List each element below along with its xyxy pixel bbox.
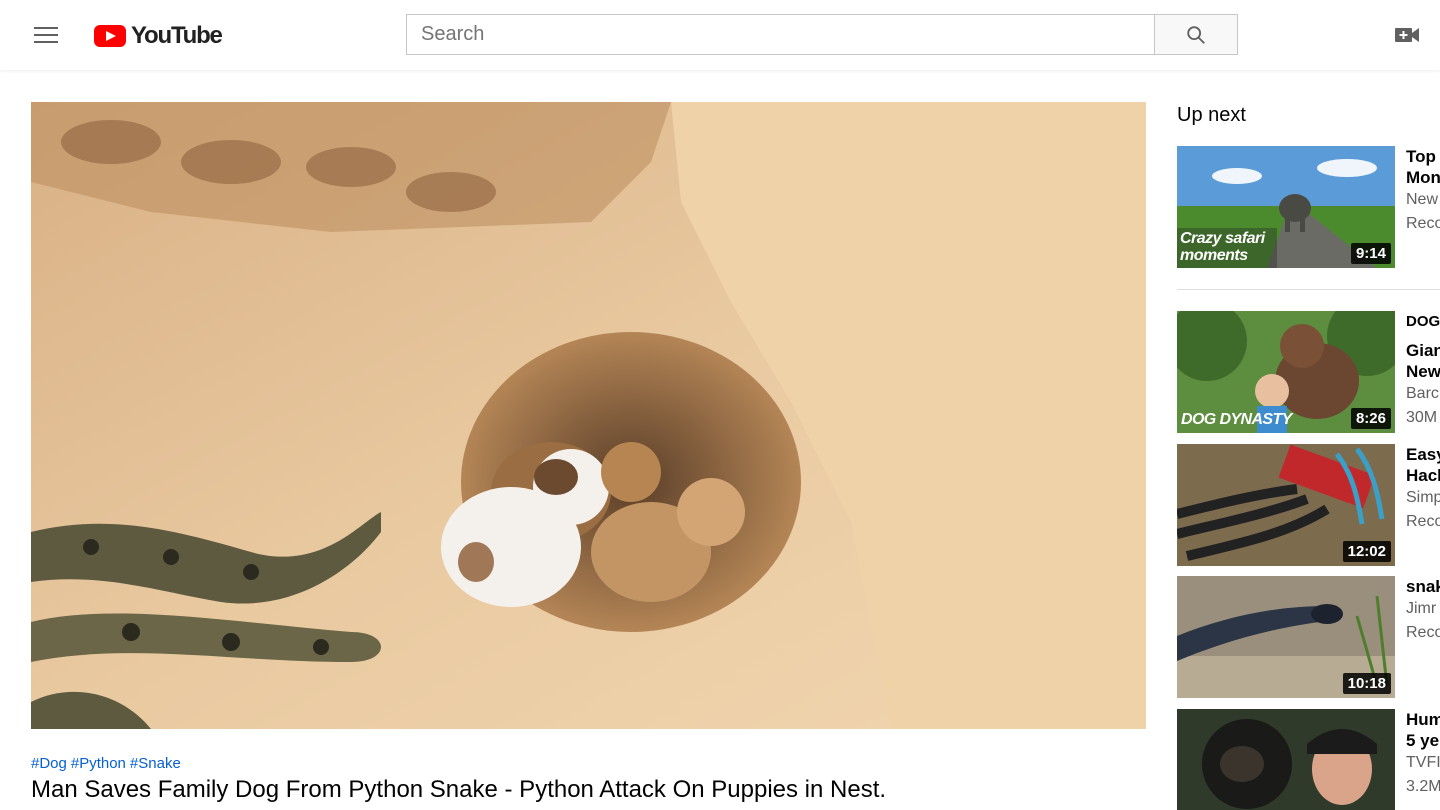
channel-name: Barc (1406, 385, 1439, 402)
video-meta: 3.2M (1406, 778, 1440, 795)
video-info: Top Mon New Reco (1406, 146, 1440, 236)
video-title-line: snak (1406, 577, 1440, 596)
video-info: snak Jimr Reco (1406, 576, 1440, 645)
video-title-line: Hacl (1406, 466, 1440, 485)
thumbnail-text: DOG DYNASTY (1181, 411, 1292, 428)
video-title-line: Hum (1406, 710, 1440, 729)
recommended-video[interactable]: DOG DYNASTY 8:26 DOG Gian New Barc 30M (1177, 311, 1440, 433)
youtube-logo[interactable]: YouTube (94, 22, 223, 50)
thumbnail-text: Crazy safari moments (1180, 230, 1265, 264)
video-title-line: Gian (1406, 341, 1440, 360)
video-thumbnail[interactable]: DOG DYNASTY 8:26 (1177, 311, 1395, 433)
menu-icon[interactable] (26, 19, 66, 51)
channel-name: New (1406, 191, 1439, 208)
video-title-line: Easy (1406, 445, 1440, 464)
video-meta: Reco (1406, 513, 1440, 530)
video-title-line: Top (1406, 147, 1436, 166)
video-thumbnail[interactable] (1177, 709, 1395, 810)
recommended-video[interactable]: Crazy safari moments 9:14 Top Mon New Re… (1177, 146, 1440, 268)
video-title-line: 5 ye (1406, 731, 1440, 750)
video-title: Man Saves Family Dog From Python Snake -… (31, 776, 887, 803)
hashtag-link[interactable]: #Dog (31, 755, 67, 772)
video-info: DOG Gian New Barc 30M (1406, 311, 1440, 430)
video-duration: 9:14 (1350, 243, 1391, 264)
channel-name: TVFI (1406, 754, 1440, 771)
recommended-video[interactable]: 12:02 Easy Hacl Simp Reco (1177, 444, 1440, 566)
top-bar: YouTube (0, 0, 1440, 70)
video-info: Hum 5 ye TVFI 3.2M (1406, 709, 1440, 799)
search-input[interactable] (406, 14, 1154, 55)
video-duration: 8:26 (1350, 408, 1391, 429)
hashtag-link[interactable]: #Snake (130, 755, 181, 772)
video-duration: 10:18 (1342, 673, 1391, 694)
recommended-video[interactable]: 10:18 snak Jimr Reco (1177, 576, 1440, 698)
channel-name: Simp (1406, 489, 1440, 506)
video-meta: 30M (1406, 409, 1438, 426)
video-player[interactable] (31, 102, 1146, 729)
youtube-play-icon (94, 25, 126, 47)
video-title-line: New (1406, 362, 1440, 381)
divider (1177, 289, 1440, 290)
channel-name: Jimr (1406, 600, 1437, 617)
search-icon (1187, 25, 1205, 44)
video-thumbnail[interactable]: 10:18 (1177, 576, 1395, 698)
video-title-line: Mon (1406, 168, 1440, 187)
video-meta: Reco (1406, 215, 1440, 232)
video-frame (31, 102, 1146, 729)
video-meta: Reco (1406, 624, 1440, 641)
hashtags: #Dog #Python #Snake (31, 755, 185, 772)
create-video-icon[interactable] (1392, 22, 1422, 48)
video-thumbnail[interactable]: Crazy safari moments 9:14 (1177, 146, 1395, 268)
search-button[interactable] (1154, 14, 1238, 55)
video-duration: 12:02 (1342, 541, 1391, 562)
video-info: Easy Hacl Simp Reco (1406, 444, 1440, 534)
logo-text: YouTube (131, 22, 223, 49)
video-thumbnail[interactable]: 12:02 (1177, 444, 1395, 566)
hashtag-link[interactable]: #Python (71, 755, 126, 772)
up-next-label: Up next (1177, 104, 1246, 126)
video-title-line: DOG (1406, 313, 1440, 330)
search-bar (406, 14, 1238, 55)
recommended-video[interactable]: Hum 5 ye TVFI 3.2M (1177, 709, 1440, 810)
